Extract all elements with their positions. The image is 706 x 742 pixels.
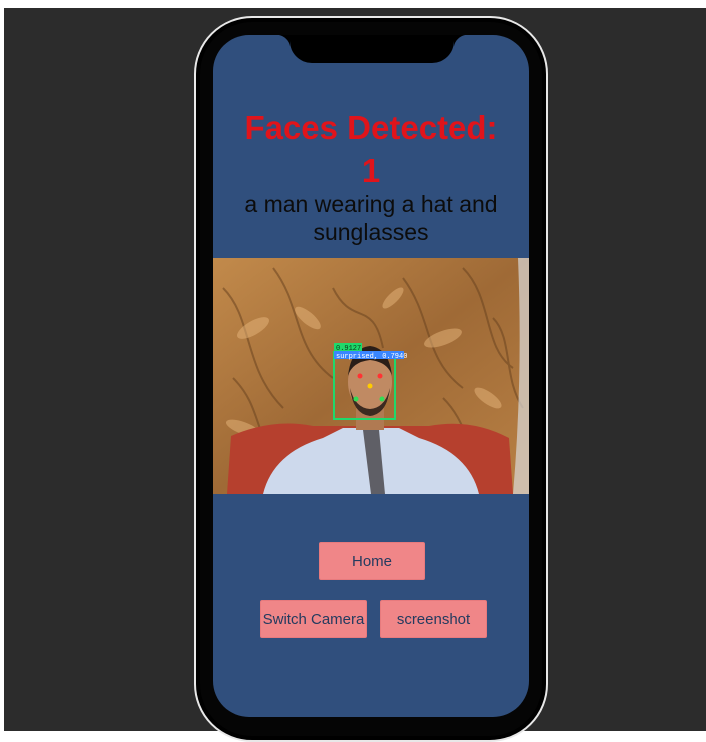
switch-camera-button[interactable]: Switch Camera — [260, 600, 367, 638]
faces-detected-label: Faces Detected: — [244, 109, 498, 146]
screenshot-button[interactable]: screenshot — [380, 600, 487, 638]
emotion-label: surprised, 0.7940 — [336, 353, 407, 361]
faces-detected-count: 1 — [361, 152, 381, 189]
phone-notch — [276, 35, 468, 63]
camera-image: 0.9127 surprised, 0.7940 — [213, 258, 529, 494]
home-button[interactable]: Home — [319, 542, 425, 580]
image-caption: a man wearing a hat and sunglasses — [244, 191, 498, 245]
faces-detected-heading: Faces Detected: 1 — [213, 106, 529, 192]
camera-feed: 0.9127 surprised, 0.7940 — [213, 258, 529, 494]
